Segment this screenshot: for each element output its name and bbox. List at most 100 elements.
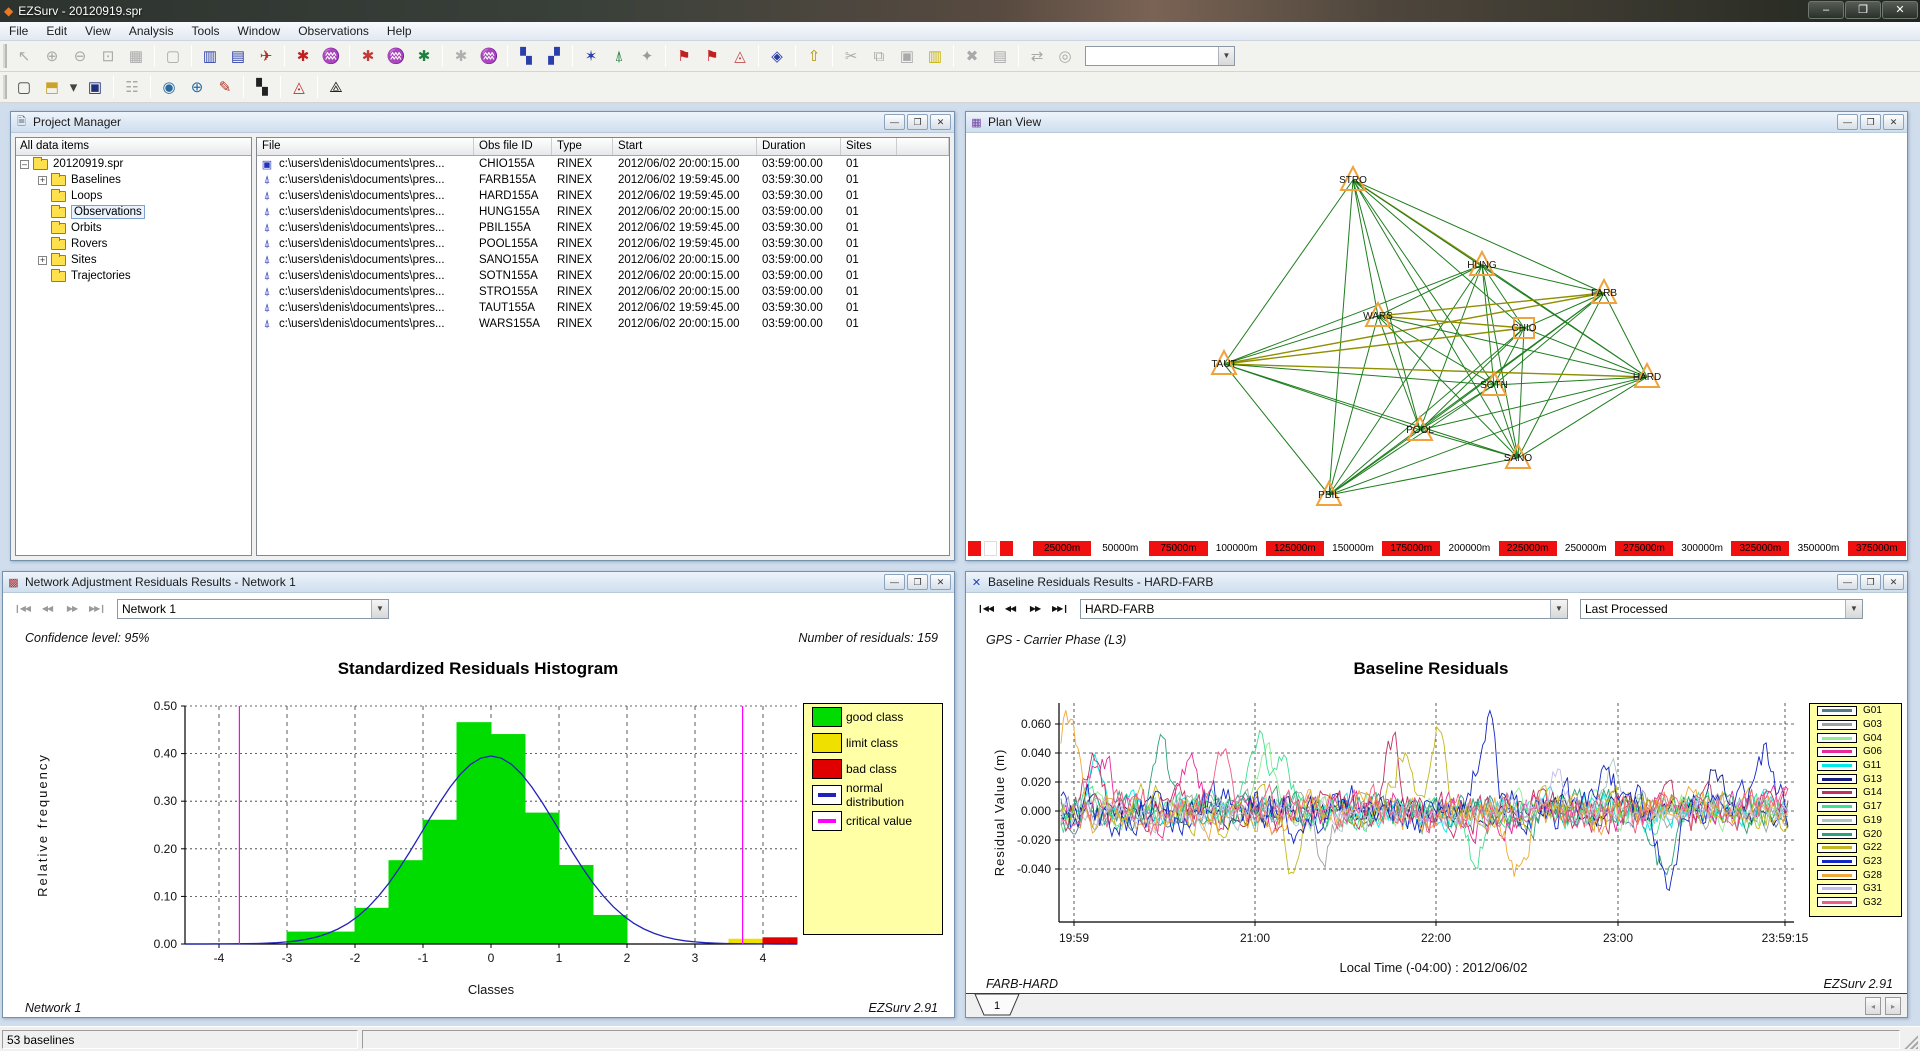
baseline-edge-STRO-FARB bbox=[1353, 180, 1604, 293]
batch-process-icon[interactable]: ▚ bbox=[513, 44, 539, 69]
triangle-add-icon[interactable]: ◬ bbox=[286, 75, 312, 100]
plan-view-icon[interactable]: ✈ bbox=[253, 44, 279, 69]
cell-type: RINEX bbox=[552, 190, 613, 202]
tree-item-rovers[interactable]: Rovers bbox=[16, 236, 251, 252]
network-adjustment-residuals-window: ▩ Network Adjustment Residuals Results -… bbox=[2, 571, 955, 1018]
spectrum-analysis-icon[interactable]: ♒ bbox=[318, 44, 344, 69]
menu-edit[interactable]: Edit bbox=[37, 22, 76, 41]
menu-observations[interactable]: Observations bbox=[289, 22, 378, 41]
new-project-icon[interactable]: ▢ bbox=[11, 75, 37, 100]
project-manager-titlebar[interactable]: 🗎 Project Manager — ❐ ✕ bbox=[11, 112, 954, 133]
minimize-button[interactable]: – bbox=[1808, 1, 1844, 19]
triangle-tool-icon[interactable]: ◬ bbox=[727, 44, 753, 69]
small-tool-icon[interactable]: ✦ bbox=[634, 44, 660, 69]
close-icon[interactable]: ✕ bbox=[930, 574, 951, 590]
checkered-flag-icon[interactable]: ▚ bbox=[249, 75, 275, 100]
column-header-type[interactable]: Type bbox=[552, 138, 613, 155]
notebook-icon[interactable]: ▥ bbox=[922, 44, 948, 69]
batch-finish-icon[interactable]: ▞ bbox=[541, 44, 567, 69]
chevron-down-icon[interactable]: ▼ bbox=[1218, 47, 1234, 65]
network-adjustment-icon[interactable]: ⟁ bbox=[323, 75, 349, 100]
restore-button[interactable]: ❐ bbox=[907, 114, 928, 130]
tree-expander-plus[interactable]: + bbox=[38, 256, 47, 265]
restore-button[interactable]: ❐ bbox=[1860, 574, 1881, 590]
minimize-button[interactable]: — bbox=[884, 574, 905, 590]
tree-item-orbits[interactable]: Orbits bbox=[16, 220, 251, 236]
globe-view-icon[interactable]: ◉ bbox=[156, 75, 182, 100]
table-row[interactable]: ⍋c:\users\denis\documents\pres...POOL155… bbox=[257, 236, 949, 252]
tree-item-loops[interactable]: Loops bbox=[16, 188, 251, 204]
menu-analysis[interactable]: Analysis bbox=[120, 22, 183, 41]
tree-expander-plus[interactable]: + bbox=[38, 176, 47, 185]
toolbar-grip[interactable] bbox=[3, 75, 7, 99]
report-view-icon[interactable]: ▤ bbox=[225, 44, 251, 69]
menu-view[interactable]: View bbox=[76, 22, 120, 41]
close-icon[interactable]: ✕ bbox=[1883, 114, 1904, 130]
table-row[interactable]: ⍋c:\users\denis\documents\pres...STRO155… bbox=[257, 284, 949, 300]
tree-item-trajectories[interactable]: Trajectories bbox=[16, 268, 251, 284]
restore-button[interactable]: ❐ bbox=[907, 574, 928, 590]
table-row[interactable]: ⍋c:\users\denis\documents\pres...HARD155… bbox=[257, 188, 949, 204]
paste-icon: ▣ bbox=[894, 44, 920, 69]
report-edit-icon[interactable]: ✎ bbox=[212, 75, 238, 100]
open-project-icon[interactable]: ⬒ bbox=[39, 75, 65, 100]
save-project-icon[interactable]: ▣ bbox=[82, 75, 108, 100]
table-row[interactable]: ⍋c:\users\denis\documents\pres...TAUT155… bbox=[257, 300, 949, 316]
minimize-button[interactable]: — bbox=[1837, 574, 1858, 590]
tab-scroll-right-icon[interactable]: ▸ bbox=[1885, 997, 1901, 1015]
histogram-bar-good bbox=[559, 865, 593, 944]
baseline-edge-FARB-TAUT bbox=[1224, 293, 1604, 364]
menu-tools[interactable]: Tools bbox=[183, 22, 229, 41]
close-button[interactable]: ✕ bbox=[1882, 1, 1918, 19]
minimize-button[interactable]: — bbox=[884, 114, 905, 130]
tree-item-20120919spr[interactable]: –20120919.spr bbox=[16, 156, 251, 172]
adjust-network-icon[interactable]: ✶ bbox=[578, 44, 604, 69]
tree-item-sites[interactable]: +Sites bbox=[16, 252, 251, 268]
toolbar-combobox[interactable]: ▼ bbox=[1085, 46, 1235, 66]
column-header-duration[interactable]: Duration bbox=[757, 138, 841, 155]
open-dropdown-icon[interactable]: ▾ bbox=[67, 75, 80, 100]
minimize-button[interactable]: — bbox=[1837, 114, 1858, 130]
antenna-setup-icon[interactable]: ⍋ bbox=[606, 44, 632, 69]
restore-button[interactable]: ❐ bbox=[1845, 1, 1881, 19]
resize-grip[interactable] bbox=[1904, 1035, 1918, 1049]
tree-item-baselines[interactable]: +Baselines bbox=[16, 172, 251, 188]
process-baselines-icon[interactable]: ✱ bbox=[290, 44, 316, 69]
process-static-icon[interactable]: ✱ bbox=[411, 44, 437, 69]
table-row[interactable]: ⍋c:\users\denis\documents\pres...SOTN155… bbox=[257, 268, 949, 284]
flag-results-1-icon[interactable]: ⚑ bbox=[671, 44, 697, 69]
folder-up-icon[interactable]: ⇧ bbox=[801, 44, 827, 69]
process-rover-icon[interactable]: ✱ bbox=[355, 44, 381, 69]
residuals-analysis-icon[interactable]: ♒ bbox=[383, 44, 409, 69]
close-icon[interactable]: ✕ bbox=[1883, 574, 1904, 590]
menu-file[interactable]: File bbox=[0, 22, 37, 41]
column-header-sites[interactable]: Sites bbox=[841, 138, 897, 155]
report-diamond-icon[interactable]: ◈ bbox=[764, 44, 790, 69]
tab-scroll-left-icon[interactable]: ◂ bbox=[1865, 997, 1881, 1015]
table-row[interactable]: ⍋c:\users\denis\documents\pres...WARS155… bbox=[257, 316, 949, 332]
flag-results-2-icon[interactable]: ⚑ bbox=[699, 44, 725, 69]
menu-window[interactable]: Window bbox=[229, 22, 290, 41]
histogram-titlebar[interactable]: ▩ Network Adjustment Residuals Results -… bbox=[3, 572, 954, 593]
close-icon[interactable]: ✕ bbox=[930, 114, 951, 130]
column-header-file[interactable]: File bbox=[257, 138, 474, 155]
table-row[interactable]: ▣c:\users\denis\documents\pres...CHIO155… bbox=[257, 156, 949, 172]
baseline-titlebar[interactable]: ✕ Baseline Residuals Results - HARD-FARB… bbox=[966, 572, 1907, 593]
tree-expander-minus[interactable]: – bbox=[20, 160, 29, 169]
table-row[interactable]: ⍋c:\users\denis\documents\pres...FARB155… bbox=[257, 172, 949, 188]
tree-header[interactable]: All data items bbox=[16, 138, 251, 156]
restore-button[interactable]: ❐ bbox=[1860, 114, 1881, 130]
column-header-start[interactable]: Start bbox=[613, 138, 757, 155]
tab-1[interactable]: 1 bbox=[974, 994, 1024, 1017]
plan-view-titlebar[interactable]: ▦ Plan View — ❐ ✕ bbox=[966, 112, 1907, 133]
network-map-canvas[interactable]: STROHUNGFARBWARSCHIOTAUTHARDSOTNPOOLSANO… bbox=[966, 133, 1907, 560]
tree-item-observations[interactable]: Observations bbox=[16, 204, 251, 220]
histogram-view-icon[interactable]: ▥ bbox=[197, 44, 223, 69]
table-row[interactable]: ⍋c:\users\denis\documents\pres...SANO155… bbox=[257, 252, 949, 268]
table-row[interactable]: ⍋c:\users\denis\documents\pres...HUNG155… bbox=[257, 204, 949, 220]
table-row[interactable]: ⍋c:\users\denis\documents\pres...PBIL155… bbox=[257, 220, 949, 236]
toolbar-grip[interactable] bbox=[3, 44, 7, 68]
column-header-obs-file-id[interactable]: Obs file ID bbox=[474, 138, 552, 155]
menu-help[interactable]: Help bbox=[378, 22, 421, 41]
globe-add-icon[interactable]: ⊕ bbox=[184, 75, 210, 100]
